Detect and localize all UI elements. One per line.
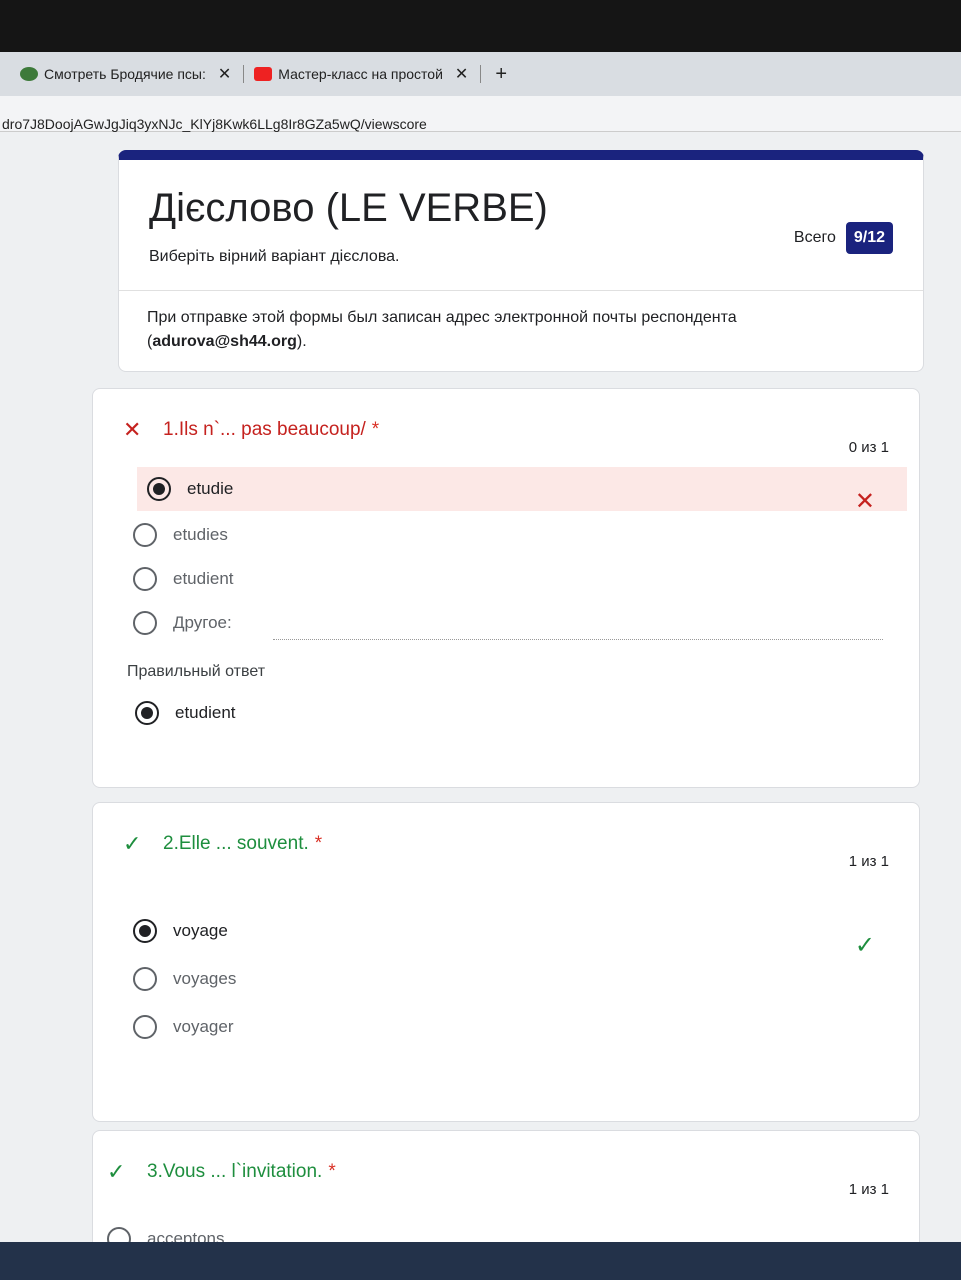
tab-browse-movie[interactable]: Смотреть Бродячие псы: ✕ (20, 59, 245, 89)
tab-bar: Смотреть Бродячие псы: ✕ Мастер-класс на… (0, 52, 961, 96)
required-asterisk: * (371, 419, 380, 440)
total-score-badge: 9/12 (845, 222, 893, 254)
option-label: etudie (187, 479, 234, 498)
question-score: 1 из 1 (848, 1181, 889, 1198)
question-header: ✓ 3.Vous ... l`invitation. * (107, 1159, 336, 1185)
required-asterisk: * (314, 833, 323, 854)
close-tab-icon[interactable]: ✕ (455, 64, 468, 84)
question-text: 2.Elle ... souvent. (163, 833, 309, 854)
question-text: 1.Ils n`... pas beaucoup/ (163, 419, 366, 440)
monitor-bezel-bottom (0, 1242, 961, 1280)
incorrect-answer-x-icon: ✕ (854, 488, 875, 515)
question-card-1: ✕ 1.Ils n`... pas beaucoup/ * 0 из 1 etu… (92, 388, 920, 788)
option-etudies[interactable]: etudies (133, 513, 228, 557)
form-title: Дієслово (LE VERBE) (149, 186, 548, 230)
correct-check-icon: ✓ (123, 831, 142, 856)
header-divider (119, 290, 923, 291)
tab-label: Мастер-класс на простой (278, 66, 443, 82)
radio-empty-icon (133, 611, 157, 635)
address-bar[interactable]: dro7J8DoojAGwJgJiq3yxNJc_KlYj8Kwk6LLg8Ir… (0, 96, 961, 132)
monitor-bezel-top (0, 0, 961, 55)
option-label: voyages (173, 969, 237, 988)
form-header-card: Дієслово (LE VERBE) Всего 9/12 Виберіть … (118, 150, 924, 372)
correct-check-icon: ✓ (107, 1159, 126, 1184)
option-label: etudies (173, 525, 228, 544)
browser-window: Смотреть Бродячие псы: ✕ Мастер-класс на… (0, 52, 961, 1270)
question-header: ✕ 1.Ils n`... pas beaucoup/ * (123, 417, 379, 443)
respondent-email: adurova@sh44.org (152, 333, 297, 350)
question-score: 1 из 1 (848, 853, 889, 870)
option-other[interactable]: Другое: (133, 601, 232, 645)
option-voyage[interactable]: voyage (133, 909, 228, 953)
option-voyager[interactable]: voyager (133, 1005, 233, 1049)
question-card-2: ✓ 2.Elle ... souvent. * 1 из 1 voyage ✓ … (92, 802, 920, 1122)
question-text: 3.Vous ... l`invitation. (147, 1161, 323, 1182)
question-header: ✓ 2.Elle ... souvent. * (123, 831, 322, 857)
total-score: Всего 9/12 (794, 222, 893, 254)
option-label: etudient (173, 569, 234, 588)
tab-separator (243, 65, 245, 83)
tab-youtube-masterclass[interactable]: Мастер-класс на простой ✕ (254, 59, 482, 89)
option-label: Другое: (173, 613, 232, 632)
radio-empty-icon (133, 1015, 157, 1039)
tab-label: Смотреть Бродячие псы: (44, 66, 206, 82)
email-notice: При отправке этой формы был записан адре… (147, 306, 867, 354)
radio-selected-icon (147, 477, 171, 501)
radio-empty-icon (133, 567, 157, 591)
close-tab-icon[interactable]: ✕ (218, 64, 231, 84)
email-notice-end: ). (296, 333, 307, 350)
option-label: etudient (175, 703, 236, 722)
required-asterisk: * (328, 1161, 336, 1182)
correct-answer-option: etudient (135, 691, 236, 735)
option-etudie[interactable]: etudie (137, 467, 907, 511)
radio-selected-icon (135, 701, 159, 725)
radio-empty-icon (133, 523, 157, 547)
question-score: 0 из 1 (848, 439, 889, 456)
form-page: Дієслово (LE VERBE) Всего 9/12 Виберіть … (0, 132, 961, 1270)
radio-empty-icon (133, 967, 157, 991)
site-favicon-icon (20, 67, 38, 81)
total-label: Всего (793, 229, 836, 246)
form-description: Виберіть вірний варіант дієслова. (149, 248, 400, 265)
correct-answer-check-icon: ✓ (854, 932, 875, 959)
tab-separator (480, 65, 482, 83)
option-label: voyager (173, 1017, 234, 1036)
youtube-icon (254, 67, 273, 81)
option-voyages[interactable]: voyages (133, 957, 236, 1001)
option-label: voyage (173, 921, 228, 940)
wrong-x-icon: ✕ (123, 417, 142, 442)
other-text-field[interactable] (273, 639, 883, 640)
correct-answer-label: Правильный ответ (127, 663, 266, 680)
new-tab-button[interactable]: + (495, 63, 507, 86)
radio-selected-icon (133, 919, 157, 943)
option-etudient[interactable]: etudient (133, 557, 234, 601)
